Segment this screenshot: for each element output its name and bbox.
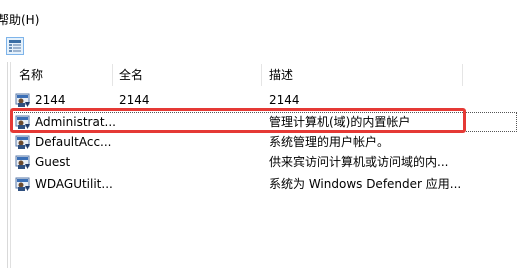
users-list[interactable]: 名称 全名 描述 2144 2144 2144 Administrat... 管… (10, 62, 517, 268)
list-header: 名称 全名 描述 (11, 62, 517, 88)
user-icon (15, 135, 30, 149)
list-item[interactable]: 2144 2144 2144 (11, 89, 517, 111)
user-icon (15, 115, 30, 129)
details-view-button[interactable] (6, 37, 24, 55)
user-name: DefaultAcc... (35, 135, 112, 149)
column-separator[interactable] (112, 64, 113, 86)
list-item[interactable]: WDAGUtilit... 系统为 Windows Defender 应用... (11, 173, 517, 195)
menu-help[interactable]: 帮助(H) (0, 13, 39, 27)
user-description: 管理计算机(域)的内置帐户 (269, 115, 411, 129)
user-name: 2144 (35, 93, 66, 107)
list-item[interactable]: DefaultAcc... 系统管理的用户帐户。 (11, 131, 517, 153)
user-icon (15, 155, 30, 169)
user-name: Guest (35, 155, 71, 169)
tree-pane[interactable] (0, 62, 8, 268)
list-item[interactable]: Guest 供来宾访问计算机或访问域的内... (11, 151, 517, 173)
user-full-name: 2144 (119, 93, 150, 107)
user-name: Administrat... (35, 115, 116, 129)
user-icon (15, 93, 30, 107)
column-separator[interactable] (261, 64, 262, 86)
column-header-description[interactable]: 描述 (269, 62, 293, 88)
user-name: WDAGUtilit... (35, 177, 113, 191)
user-description: 系统管理的用户帐户。 (269, 135, 390, 149)
column-separator[interactable] (462, 64, 463, 86)
menu-bar: 帮助(H) (0, 0, 517, 32)
toolbar (0, 32, 517, 62)
list-item[interactable]: Administrat... 管理计算机(域)的内置帐户 (11, 111, 517, 133)
user-icon (15, 177, 30, 191)
user-description: 2144 (269, 93, 300, 107)
column-header-full-name[interactable]: 全名 (119, 62, 143, 88)
column-header-name[interactable]: 名称 (19, 62, 43, 88)
details-view-icon (9, 40, 21, 52)
user-description: 系统为 Windows Defender 应用... (269, 177, 462, 191)
user-description: 供来宾访问计算机或访问域的内... (269, 155, 449, 169)
